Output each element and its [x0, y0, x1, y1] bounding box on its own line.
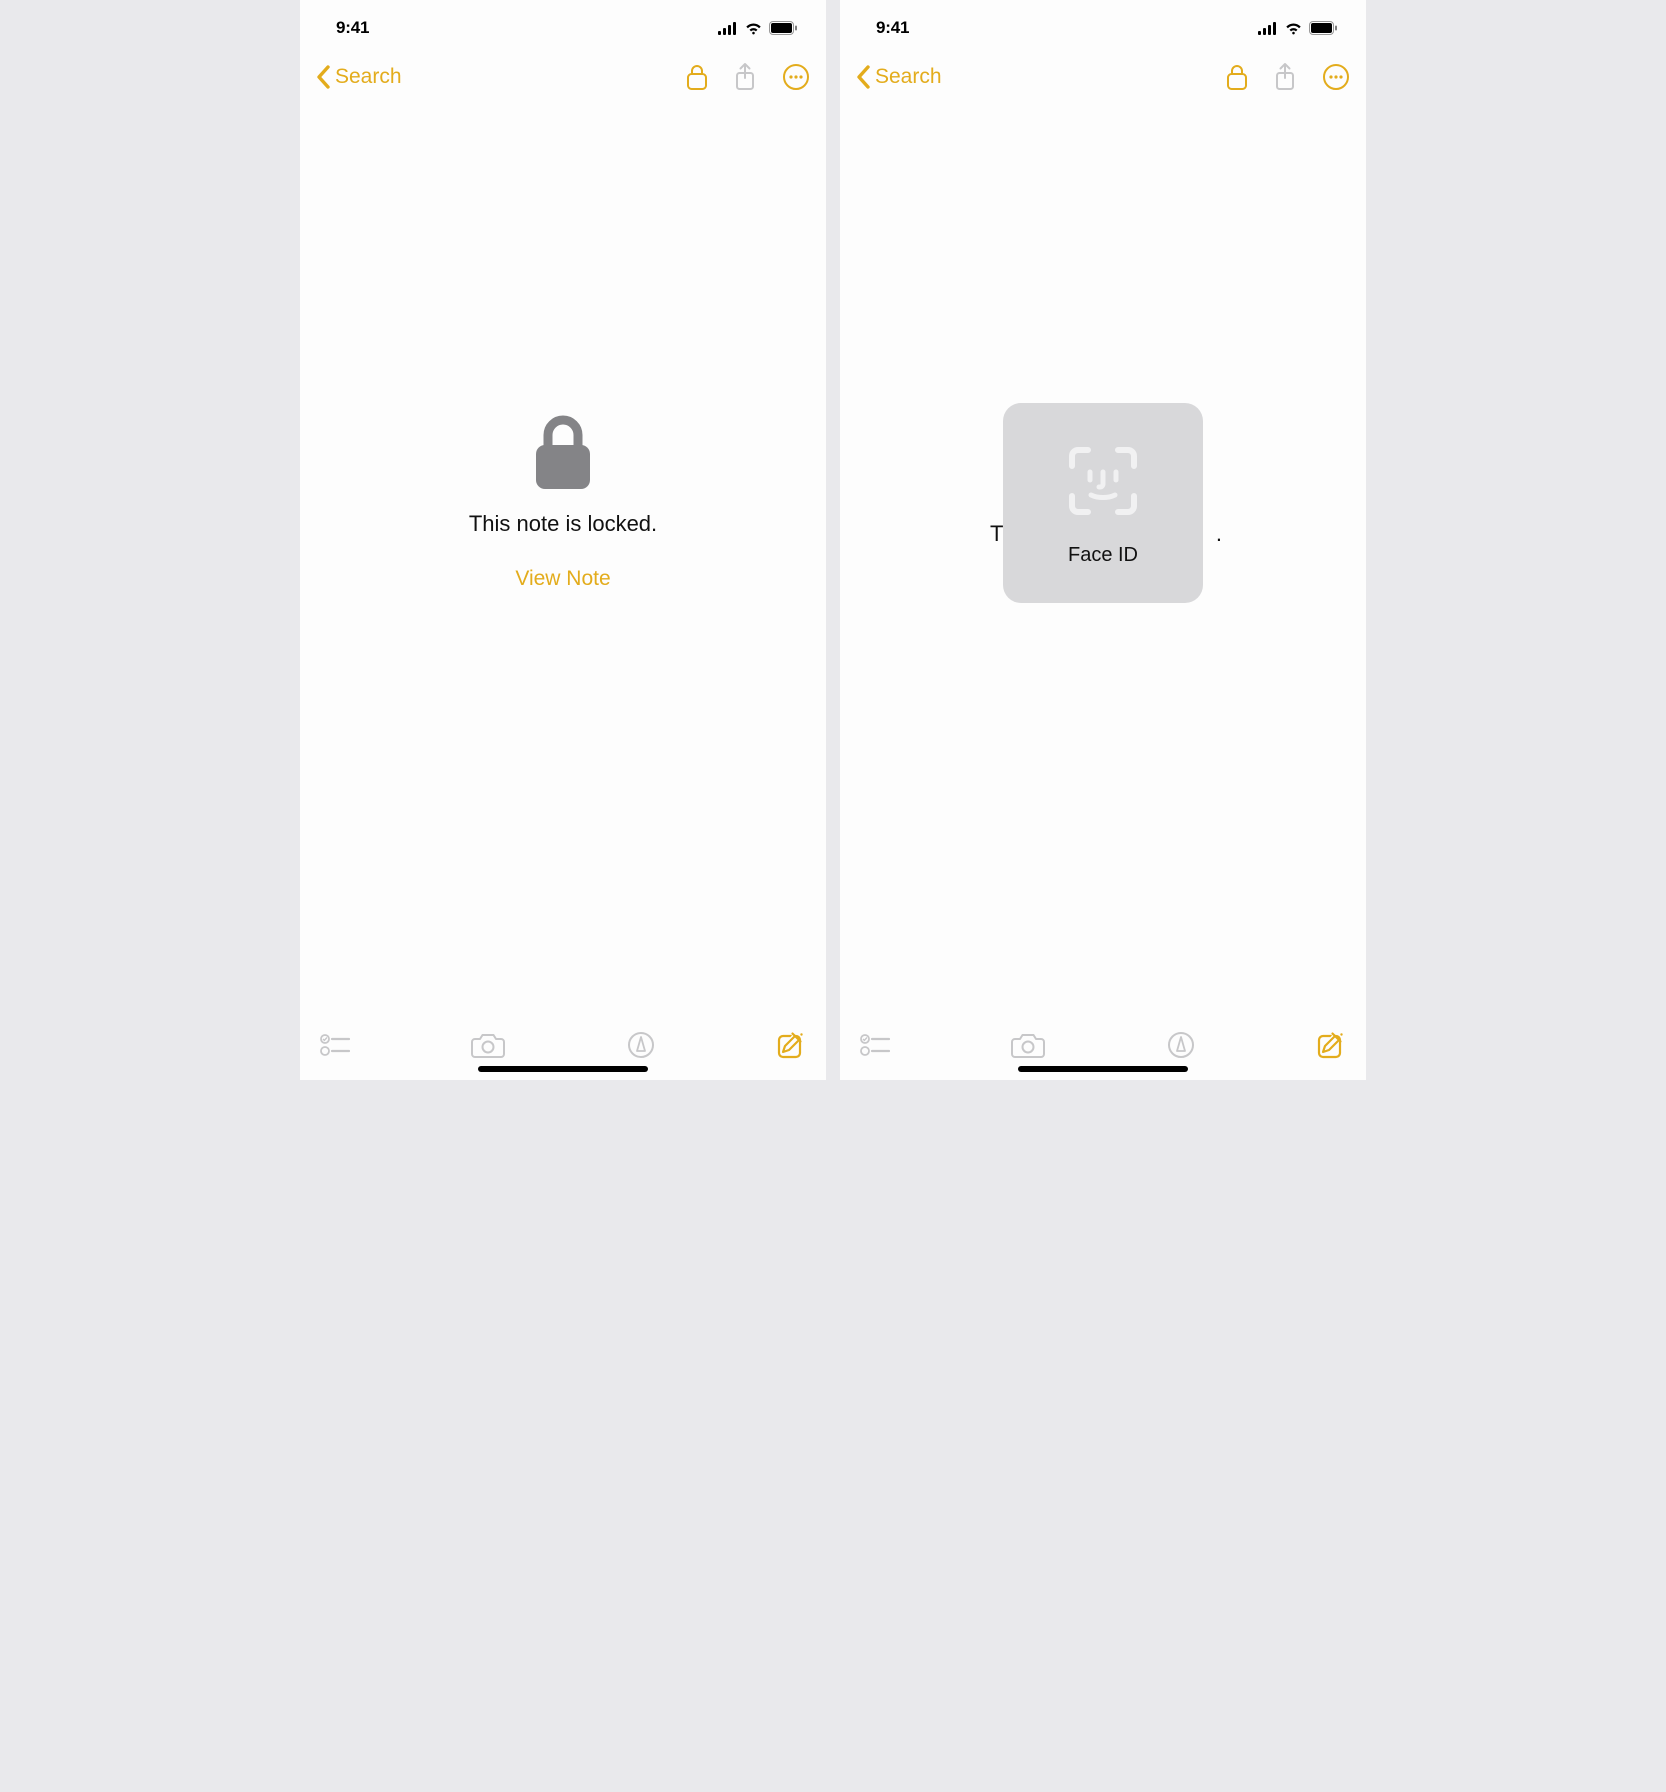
checklist-icon[interactable]: [860, 1034, 890, 1056]
cellular-icon: [718, 22, 738, 35]
back-button[interactable]: Search: [856, 65, 942, 89]
locked-note-content: This note is locked. View Note: [300, 100, 826, 1016]
battery-icon: [769, 21, 798, 35]
lock-icon[interactable]: [1226, 63, 1248, 91]
home-indicator[interactable]: [478, 1066, 648, 1072]
navigation-bar: Search: [840, 54, 1366, 100]
wifi-icon: [744, 21, 763, 35]
share-icon[interactable]: [734, 62, 756, 92]
screen-locked-note: 9:41 Search: [300, 0, 826, 1080]
chevron-left-icon: [316, 65, 331, 89]
share-icon[interactable]: [1274, 62, 1296, 92]
camera-icon[interactable]: [471, 1032, 505, 1058]
view-note-button[interactable]: View Note: [515, 567, 610, 591]
back-label: Search: [335, 65, 402, 89]
locked-message: This note is locked.: [469, 511, 657, 537]
status-bar: 9:41: [300, 6, 826, 50]
markup-icon[interactable]: [1167, 1031, 1195, 1059]
camera-icon[interactable]: [1011, 1032, 1045, 1058]
compose-icon[interactable]: [1316, 1030, 1346, 1060]
battery-icon: [1309, 21, 1338, 35]
home-indicator[interactable]: [1018, 1066, 1188, 1072]
back-label: Search: [875, 65, 942, 89]
status-icons: [1258, 21, 1338, 35]
navigation-bar: Search: [300, 54, 826, 100]
faceid-icon: [1062, 440, 1144, 522]
obscured-text-left: T: [990, 521, 1003, 547]
screen-faceid-prompt: 9:41 Search: [840, 0, 1366, 1080]
status-time: 9:41: [336, 18, 369, 38]
more-icon[interactable]: [782, 63, 810, 91]
wifi-icon: [1284, 21, 1303, 35]
compose-icon[interactable]: [776, 1030, 806, 1060]
checklist-icon[interactable]: [320, 1034, 350, 1056]
status-time: 9:41: [876, 18, 909, 38]
back-button[interactable]: Search: [316, 65, 402, 89]
obscured-text-right: .: [1216, 521, 1222, 547]
status-icons: [718, 21, 798, 35]
more-icon[interactable]: [1322, 63, 1350, 91]
markup-icon[interactable]: [627, 1031, 655, 1059]
faceid-prompt: Face ID: [1003, 403, 1203, 603]
cellular-icon: [1258, 22, 1278, 35]
chevron-left-icon: [856, 65, 871, 89]
status-bar: 9:41: [840, 6, 1366, 50]
padlock-icon: [530, 415, 596, 493]
faceid-content: T . Face ID: [840, 100, 1366, 1016]
faceid-label: Face ID: [1068, 544, 1138, 567]
lock-icon[interactable]: [686, 63, 708, 91]
